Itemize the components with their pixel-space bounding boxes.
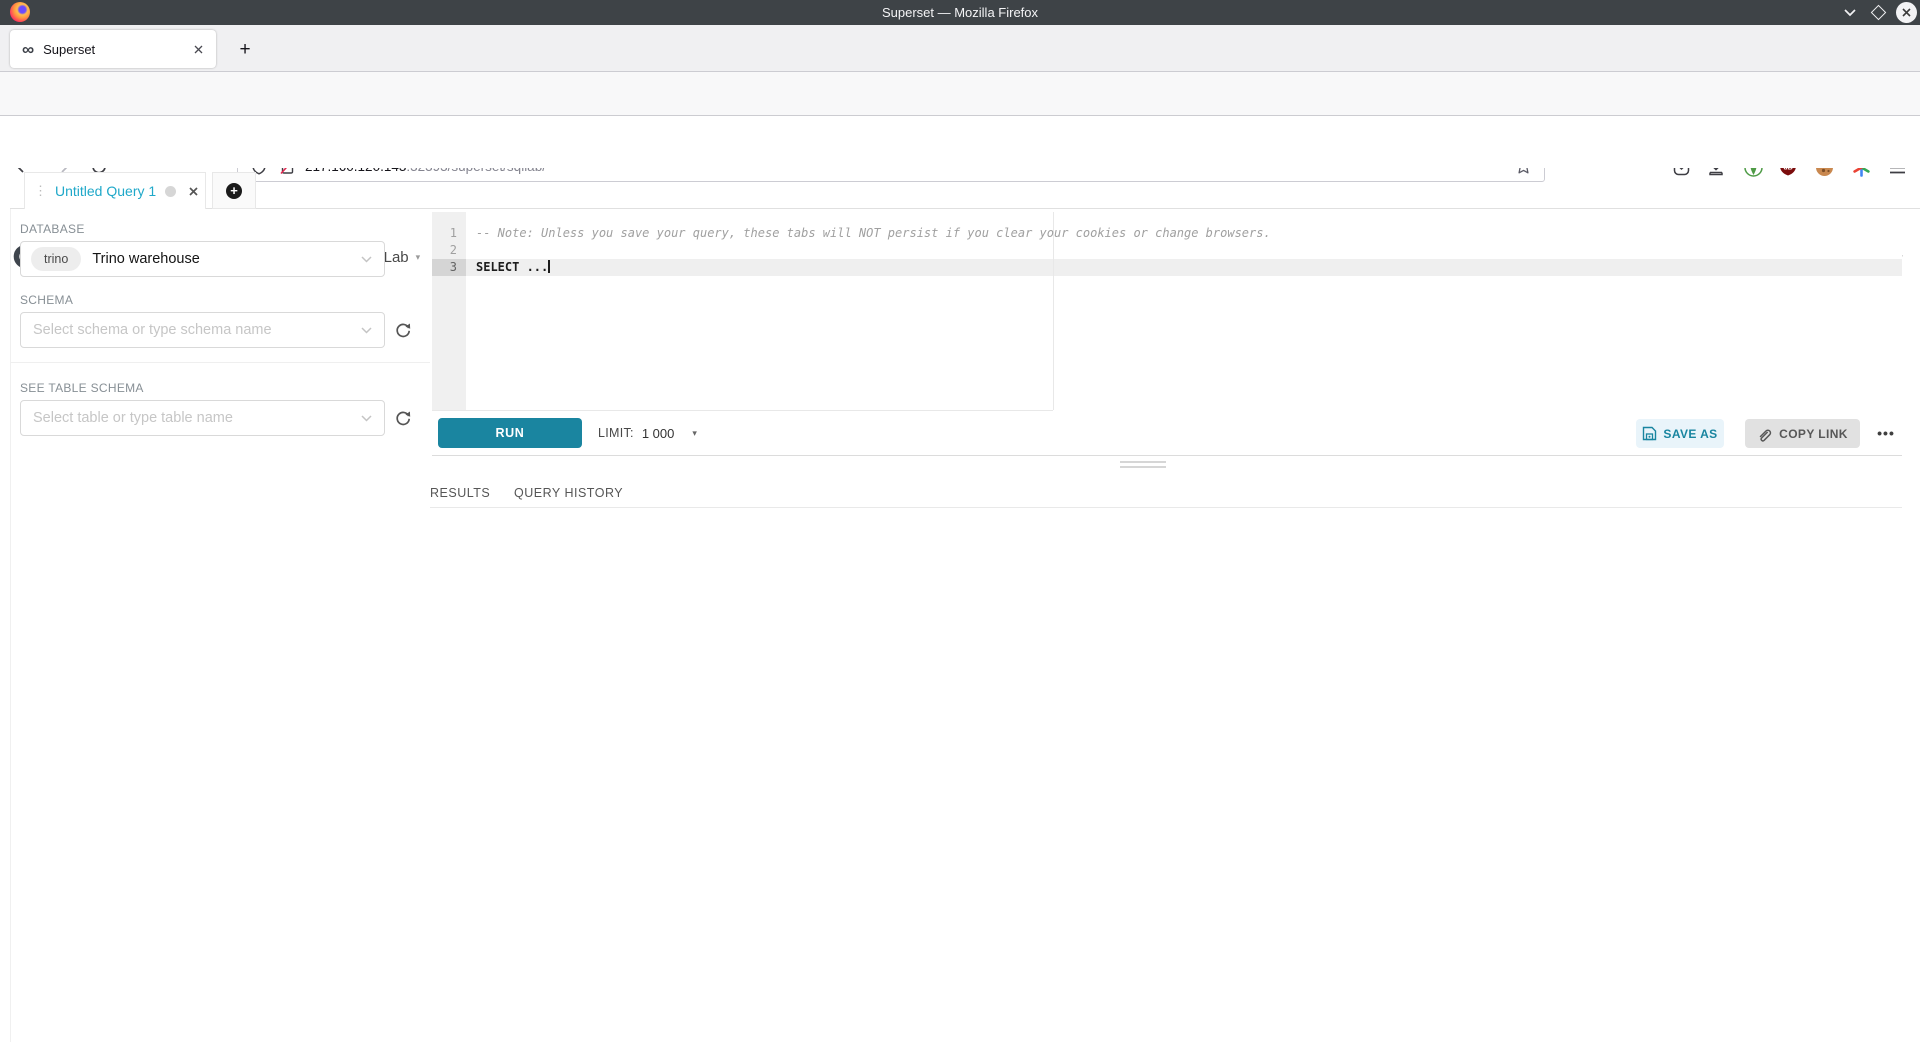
database-value: Trino warehouse: [92, 251, 199, 267]
tab-query-history[interactable]: QUERY HISTORY: [514, 486, 623, 500]
line-number-active: 3: [432, 259, 466, 276]
query-tab-title: Untitled Query 1: [55, 183, 156, 199]
schema-label: SCHEMA: [20, 293, 73, 307]
save-as-button[interactable]: SAVE AS: [1636, 419, 1724, 448]
schema-input[interactable]: [33, 322, 333, 338]
screen: Superset — Mozilla Firefox ∞ Superset +: [0, 0, 1920, 1042]
splitter-handle[interactable]: [1120, 461, 1166, 463]
superset-favicon-icon: ∞: [22, 41, 34, 58]
splitter-handle[interactable]: [1120, 466, 1166, 468]
drag-handle-icon[interactable]: ⋮: [34, 186, 47, 196]
add-query-tab-button[interactable]: +: [212, 172, 256, 209]
refresh-tables-icon[interactable]: [392, 407, 414, 429]
query-tab-active[interactable]: ⋮ Untitled Query 1: [24, 172, 206, 209]
plus-circle-icon: +: [226, 183, 242, 199]
table-input[interactable]: [33, 410, 333, 426]
chevron-down-icon: [361, 415, 372, 422]
chevron-down-icon: [361, 327, 372, 334]
table-schema-label: SEE TABLE SCHEMA: [20, 381, 144, 395]
run-button[interactable]: RUN: [438, 418, 582, 448]
window-minimize-icon[interactable]: [1843, 7, 1857, 17]
superset-header: Superset Dashboards Charts SQL Lab▾ Data…: [0, 116, 1920, 168]
browser-tabstrip: ∞ Superset +: [0, 25, 1920, 72]
line-number: 1: [432, 225, 466, 242]
chevron-down-icon: [361, 256, 372, 263]
editor-bottom-line: [432, 410, 1053, 411]
window-title: Superset — Mozilla Firefox: [0, 5, 1920, 20]
query-tabbar-border: [10, 208, 1920, 209]
copy-link-button[interactable]: COPY LINK: [1745, 419, 1860, 448]
tab-results[interactable]: RESULTS: [430, 486, 490, 500]
south-tabs-divider: [430, 507, 1902, 508]
code-line-comment: -- Note: Unless you save your query, the…: [476, 225, 1271, 242]
limit-label: LIMIT:: [598, 426, 634, 440]
caret-down-icon: ▾: [692, 428, 697, 439]
browser-navbar: 217.160.120.143:32393/superset/sqllab/ u…: [0, 72, 1920, 116]
editor-gutter: 1 2 3: [432, 212, 466, 410]
query-tab-close-icon[interactable]: [188, 186, 199, 197]
save-disk-icon: [1642, 426, 1657, 441]
browser-tab-close-icon[interactable]: [193, 44, 204, 55]
database-label: DATABASE: [20, 222, 85, 236]
browser-tab-title: Superset: [43, 42, 181, 57]
firefox-titlebar: Superset — Mozilla Firefox: [0, 0, 1920, 25]
content-left-border: [10, 209, 11, 1042]
schema-select[interactable]: [20, 312, 385, 348]
query-status-dot: [165, 186, 176, 197]
refresh-schemas-icon[interactable]: [392, 319, 414, 341]
browser-tab-superset[interactable]: ∞ Superset: [10, 30, 216, 68]
chevron-down-icon: ▾: [416, 252, 421, 263]
database-select[interactable]: trino Trino warehouse: [20, 241, 385, 277]
sql-editor[interactable]: 1 2 3 -- Note: Unless you save your quer…: [432, 212, 1902, 415]
pane-splitter[interactable]: [432, 455, 1902, 456]
table-select[interactable]: [20, 400, 385, 436]
sidebar-divider: [10, 362, 430, 363]
database-engine-tag: trino: [31, 247, 81, 271]
line-number: 2: [432, 242, 466, 259]
more-options-button[interactable]: •••: [1868, 418, 1904, 448]
link-icon: [1757, 426, 1773, 442]
limit-dropdown[interactable]: LIMIT: 1 000 ▾: [598, 418, 697, 448]
code-line-sql: SELECT ...: [476, 259, 550, 276]
window-close-icon[interactable]: [1896, 2, 1917, 23]
browser-new-tab-button[interactable]: +: [232, 37, 258, 63]
text-cursor: [548, 260, 550, 273]
limit-value: 1 000: [642, 426, 675, 441]
active-line-highlight: [466, 259, 1902, 276]
